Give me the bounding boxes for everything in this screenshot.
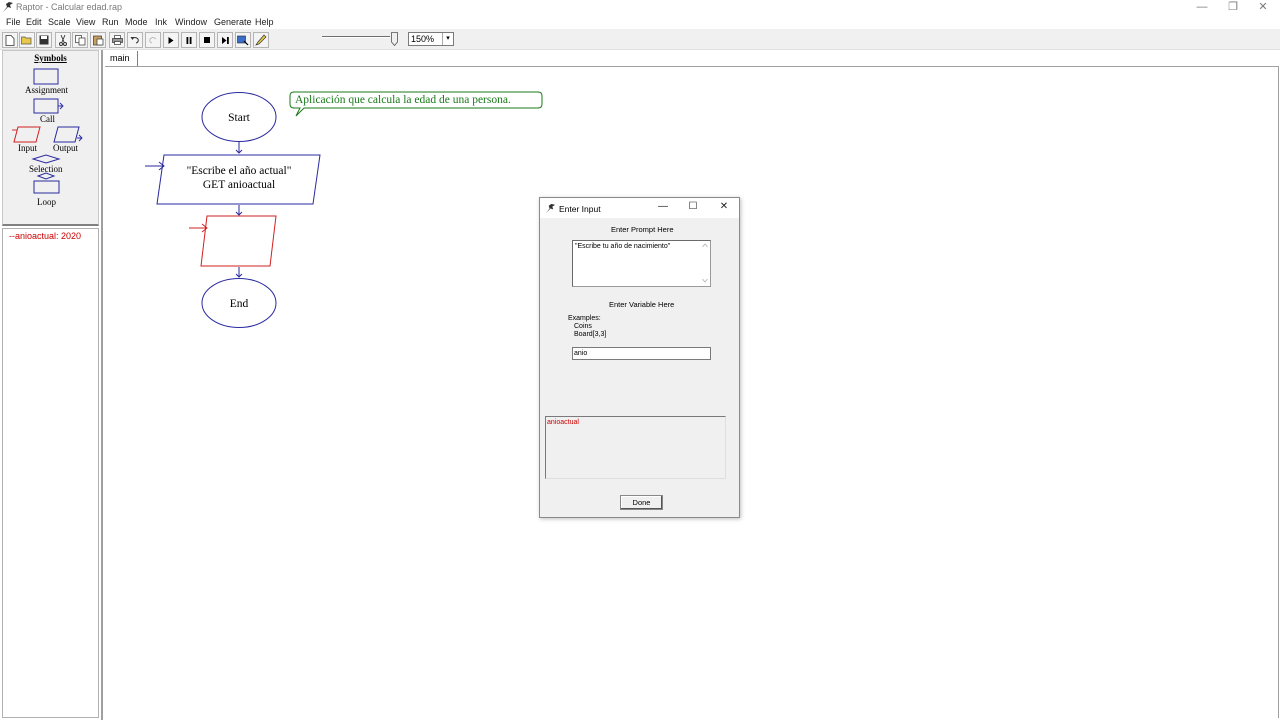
redo-arrow-icon: [149, 37, 157, 44]
loop-label[interactable]: Loop: [37, 197, 56, 207]
enter-input-dialog: Enter Input — ☐ ✕ Enter Prompt Here "Esc…: [539, 197, 740, 518]
call-arrow-icon: [58, 102, 64, 110]
menu-scale[interactable]: Scale: [48, 17, 71, 27]
cut-button[interactable]: [55, 32, 71, 48]
paste-button[interactable]: [90, 32, 106, 48]
copy-icon: [74, 34, 85, 45]
variable-input[interactable]: anio: [572, 347, 711, 360]
menu-bar: File Edit Scale View Run Mode Ink Window…: [0, 15, 1280, 29]
play-icon: [168, 36, 174, 44]
copy-button[interactable]: [72, 32, 88, 48]
pause-button[interactable]: [181, 32, 197, 48]
left-panel: Symbols Assignment Call Input Output Sel…: [0, 50, 101, 720]
output-symbol-icon: [53, 126, 80, 143]
watch-variable-anioactual: --anioactual: 2020: [9, 231, 82, 241]
loop-symbol-icon: [33, 172, 60, 194]
scroll-arrows-icon: [702, 243, 708, 283]
print-button[interactable]: [109, 32, 125, 48]
paste-clipboard-icon: [92, 35, 103, 45]
dialog-title: Enter Input: [559, 204, 601, 214]
menu-edit[interactable]: Edit: [26, 17, 42, 27]
toolbar: 150% ▾: [0, 29, 1280, 50]
zoom-value: 150%: [411, 34, 435, 44]
undo-button[interactable]: [127, 32, 143, 48]
call-label[interactable]: Call: [40, 114, 55, 124]
window-title: Raptor - Calcular edad.rap: [16, 2, 123, 12]
test-server-button[interactable]: [235, 32, 251, 48]
examples-label: Examples:: [568, 315, 601, 322]
suggestion-anioactual[interactable]: anioactual: [547, 419, 579, 426]
assignment-symbol-icon: [33, 68, 59, 85]
save-button[interactable]: [36, 32, 52, 48]
raptor-logo-icon: [3, 2, 13, 12]
done-button[interactable]: Done: [620, 495, 663, 510]
redo-button[interactable]: [145, 32, 161, 48]
zoom-select[interactable]: 150% ▾: [408, 32, 454, 46]
menu-generate[interactable]: Generate: [214, 17, 252, 27]
open-file-button[interactable]: [19, 32, 35, 48]
chevron-down-icon[interactable]: ▾: [442, 33, 453, 45]
variable-suggestions: anioactual: [545, 416, 726, 479]
pen-icon: [255, 34, 267, 46]
input-label[interactable]: Input: [18, 143, 37, 153]
example-coins: Coins: [574, 323, 592, 330]
variable-label: Enter Variable Here: [609, 300, 675, 309]
output-label[interactable]: Output: [53, 143, 78, 153]
speed-slider-track[interactable]: [322, 36, 390, 38]
prompt-scrollbar[interactable]: [700, 241, 710, 286]
menu-run[interactable]: Run: [102, 17, 119, 27]
raptor-logo-icon: [545, 203, 556, 214]
new-file-icon: [5, 34, 15, 46]
speed-slider-thumb[interactable]: [391, 32, 398, 46]
output-arrow-icon: [77, 134, 83, 142]
title-bar: Raptor - Calcular edad.rap — ❐ ✕: [0, 0, 1280, 15]
selection-symbol-icon: [31, 154, 61, 164]
ink-pen-button[interactable]: [253, 32, 269, 48]
test-server-icon: [237, 35, 249, 45]
input-symbol-icon: [13, 126, 41, 143]
save-disk-icon: [39, 35, 49, 45]
pause-icon: [186, 36, 192, 44]
dialog-close-button[interactable]: ✕: [715, 201, 733, 215]
menu-window[interactable]: Window: [175, 17, 207, 27]
menu-help[interactable]: Help: [255, 17, 274, 27]
new-file-button[interactable]: [2, 32, 18, 48]
tab-main[interactable]: main: [106, 51, 138, 66]
stop-icon: [204, 37, 210, 43]
assignment-label[interactable]: Assignment: [25, 85, 68, 95]
close-button[interactable]: ✕: [1248, 0, 1278, 15]
open-folder-icon: [21, 36, 32, 45]
undo-arrow-icon: [130, 37, 139, 44]
prompt-label: Enter Prompt Here: [611, 225, 674, 234]
dialog-minimize-button[interactable]: —: [654, 201, 672, 215]
watch-window: --anioactual: 2020: [2, 228, 99, 718]
stop-button[interactable]: [199, 32, 215, 48]
prompt-textarea[interactable]: "Escribe tu año de nacimiento": [572, 240, 711, 287]
scissors-icon: [59, 34, 67, 46]
step-button[interactable]: [217, 32, 233, 48]
symbols-palette: Symbols Assignment Call Input Output Sel…: [2, 50, 99, 226]
restore-button[interactable]: ❐: [1218, 0, 1248, 15]
menu-ink[interactable]: Ink: [155, 17, 167, 27]
call-symbol-icon: [33, 98, 59, 114]
menu-mode[interactable]: Mode: [125, 17, 148, 27]
dialog-title-bar: Enter Input — ☐ ✕: [540, 198, 739, 218]
execute-button[interactable]: [163, 32, 179, 48]
minimize-button[interactable]: —: [1187, 0, 1217, 15]
dialog-maximize-button[interactable]: ☐: [684, 201, 702, 215]
prompt-text: "Escribe tu año de nacimiento": [575, 243, 671, 250]
menu-file[interactable]: File: [6, 17, 21, 27]
example-board: Board[3,3]: [574, 331, 607, 338]
selection-label[interactable]: Selection: [29, 164, 63, 174]
menu-view[interactable]: View: [76, 17, 95, 27]
printer-icon: [111, 35, 123, 45]
step-icon: [221, 36, 229, 44]
